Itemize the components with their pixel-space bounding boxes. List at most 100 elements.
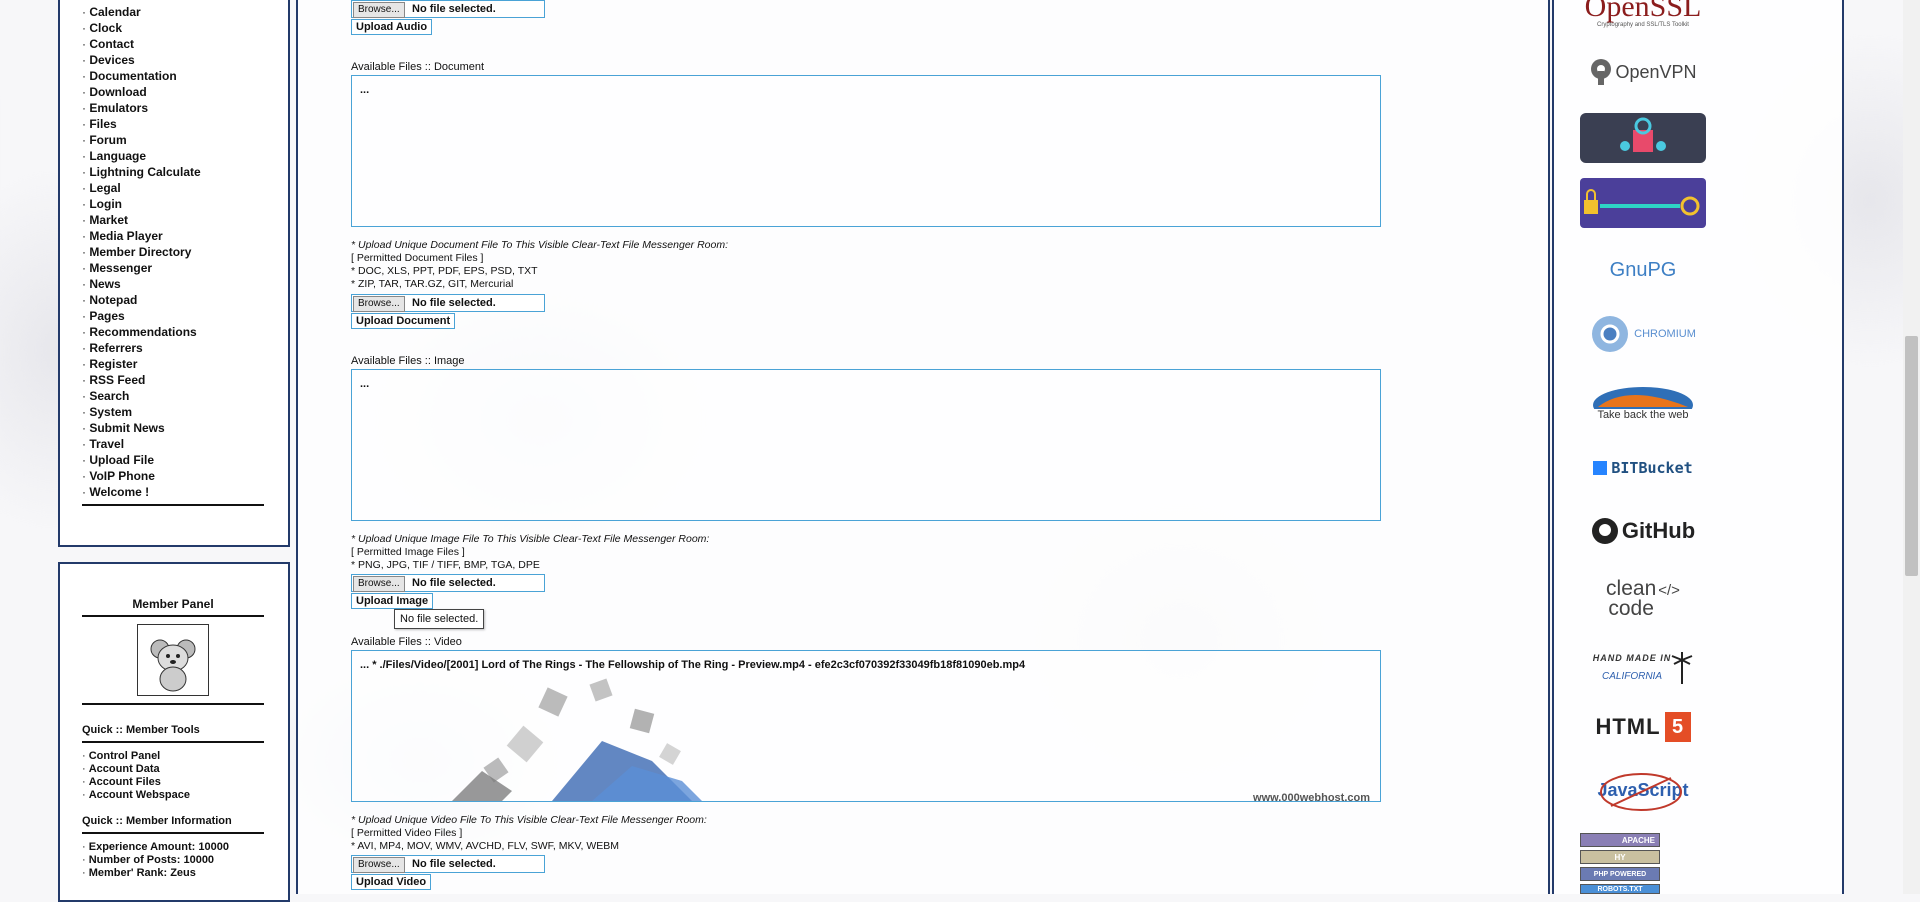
image-browse-button[interactable]: Browse... [353,576,405,592]
page-scrollbar-thumb[interactable] [1905,336,1918,576]
nav-item-forum[interactable]: · Forum [82,132,201,148]
nav-item-lightning-calculate[interactable]: · Lightning Calculate [82,164,201,180]
nav-item-search[interactable]: · Search [82,388,201,404]
bullet: · [82,841,89,853]
robots-txt-badge[interactable]: ROBOTS.TXT [1580,884,1660,894]
nav-item-messenger[interactable]: · Messenger [82,260,201,276]
bullet: · [82,867,89,879]
apache-badge[interactable]: APACHE [1580,833,1660,847]
nav-item-label: Contact [89,37,135,51]
hand-made-california-logo[interactable]: HAND MADE IN CALIFORNIA [1580,645,1706,689]
firefox-logo[interactable]: Take back the web [1580,378,1706,424]
chromium-logo[interactable]: CHROMIUM [1580,312,1706,356]
gnupg-logo[interactable]: GnuPG [1580,252,1706,288]
palm-tree-icon [1671,652,1693,684]
no-javascript-logo[interactable]: JavaScript [1580,768,1706,812]
video-browse-button[interactable]: Browse... [353,857,405,873]
member-tool-account-files[interactable]: · Account Files [82,776,190,789]
nav-item-legal[interactable]: · Legal [82,180,201,196]
video-section-title: Available Files :: Video [351,636,462,648]
bitbucket-logo[interactable]: BITBucket [1580,456,1706,480]
document-file-input[interactable]: Browse... No file selected. [351,294,545,312]
video-file-list[interactable]: ... * ./Files/Video/[2001] Lord of The R… [351,650,1381,802]
nav-item-contact[interactable]: · Contact [82,36,201,52]
nav-item-label: Calendar [89,5,141,19]
video-instruction-text: * Upload Unique Video File To This Visib… [351,814,707,826]
nav-item-pages[interactable]: · Pages [82,308,201,324]
document-instruction-text: * Upload Unique Document File To This Vi… [351,239,729,251]
nav-item-emulators[interactable]: · Emulators [82,100,201,116]
nav-item-recommendations[interactable]: · Recommendations [82,324,201,340]
image-file-input[interactable]: Browse... No file selected. [351,574,545,592]
member-info-member-rank-zeus[interactable]: · Member' Rank: Zeus [82,867,229,880]
nav-item-news[interactable]: · News [82,276,201,292]
nav-item-label: Recommendations [89,325,197,339]
openssl-logo[interactable]: OpenSSL Cryptography and SSL/TLS Toolkit [1580,0,1706,30]
nav-item-files[interactable]: · Files [82,116,201,132]
github-icon [1591,518,1618,544]
hy-badge[interactable]: HY [1580,850,1660,864]
member-tool-account-data[interactable]: · Account Data [82,763,190,776]
nav-item-market[interactable]: · Market [82,212,201,228]
nav-item-clock[interactable]: · Clock [82,20,201,36]
clean-code-logo[interactable]: clean code </> [1580,574,1706,624]
nav-item-member-directory[interactable]: · Member Directory [82,244,201,260]
member-tool-label: Control Panel [88,750,161,762]
nav-item-label: RSS Feed [89,373,146,387]
encrypted-key-banner[interactable] [1580,178,1706,228]
nav-item-label: Messenger [89,261,153,275]
nav-item-submit-news[interactable]: · Submit News [82,420,201,436]
video-file-input[interactable]: Browse... No file selected. [351,855,545,873]
nav-menu: · Calendar · Clock · Contact · Devices · Doc… [82,4,201,500]
encryption-key-banner[interactable] [1580,113,1706,163]
nav-item-label: Login [89,197,122,211]
nav-item-label: News [89,277,121,291]
nav-item-system[interactable]: · System [82,404,201,420]
php-powered-badge[interactable]: PHP POWERED [1580,867,1660,881]
nav-item-calendar[interactable]: · Calendar [82,4,201,20]
bullet: · [82,789,89,801]
member-tool-account-webspace[interactable]: · Account Webspace [82,789,190,802]
nav-item-voip-phone[interactable]: · VoIP Phone [82,468,201,484]
member-info-experience-amount-10000[interactable]: · Experience Amount: 10000 [82,841,229,854]
upload-document-button[interactable]: Upload Document [351,313,456,329]
upload-audio-button[interactable]: Upload Audio [351,19,433,35]
nav-item-welcome[interactable]: · Welcome ! [82,484,201,500]
nav-item-notepad[interactable]: · Notepad [82,292,201,308]
document-browse-button[interactable]: Browse... [353,296,405,312]
audio-file-input[interactable]: Browse... No file selected. [351,0,545,18]
lock-key-icon [1620,117,1666,152]
document-file-status: No file selected. [412,297,496,309]
nav-item-devices[interactable]: · Devices [82,52,201,68]
openvpn-logo[interactable]: OpenVPN [1580,52,1706,92]
member-info-number-of-posts-10000[interactable]: · Number of Posts: 10000 [82,854,229,867]
nav-item-download[interactable]: · Download [82,84,201,100]
image-file-list[interactable]: ... [351,369,1381,521]
nav-item-media-player[interactable]: · Media Player [82,228,201,244]
nav-item-label: Language [89,149,147,163]
nav-item-upload-file[interactable]: · Upload File [82,452,201,468]
document-file-list[interactable]: ... [351,75,1381,227]
nav-item-register[interactable]: · Register [82,356,201,372]
github-logo[interactable]: GitHub [1580,514,1706,548]
member-divider-4 [82,832,264,834]
member-divider-3 [82,741,264,743]
nav-item-referrers[interactable]: · Referrers [82,340,201,356]
audio-browse-button[interactable]: Browse... [353,2,405,18]
member-info-label: Member' Rank: Zeus [88,867,196,879]
nav-item-login[interactable]: · Login [82,196,201,212]
nav-item-label: Lightning Calculate [89,165,201,179]
nav-item-language[interactable]: · Language [82,148,201,164]
upload-video-button[interactable]: Upload Video [351,874,432,890]
document-file-list-content: ... [360,84,370,96]
video-permitted-1: * AVI, MP4, MOV, WMV, AVCHD, FLV, SWF, M… [351,840,620,852]
nav-item-documentation[interactable]: · Documentation [82,68,201,84]
avatar[interactable] [137,624,209,696]
bullet: · [82,854,89,866]
nav-item-label: Download [89,85,147,99]
nav-item-travel[interactable]: · Travel [82,436,201,452]
html5-logo[interactable]: HTML 5 [1580,710,1706,744]
upload-image-button[interactable]: Upload Image [351,593,434,609]
nav-item-rss-feed[interactable]: · RSS Feed [82,372,201,388]
member-tool-control-panel[interactable]: · Control Panel [82,750,190,763]
